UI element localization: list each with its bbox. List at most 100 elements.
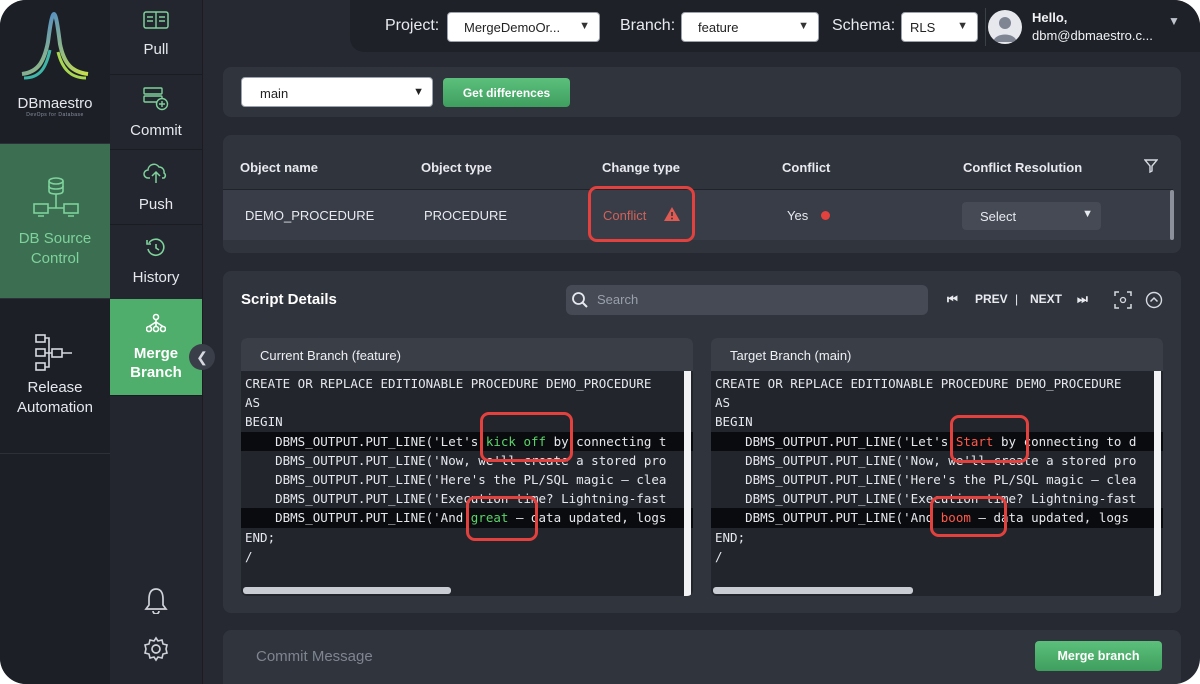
- schema-label: Schema:: [832, 17, 896, 34]
- header-change-type[interactable]: Change type: [602, 160, 680, 175]
- annotation-highlight: [930, 496, 1007, 537]
- cell-object-name: DEMO_PROCEDURE: [245, 208, 375, 223]
- commit-message-input[interactable]: Commit Message: [256, 648, 373, 665]
- code-hscrollbar[interactable]: [713, 587, 913, 594]
- target-branch-header: Target Branch (main): [711, 338, 1163, 371]
- compare-branch-value: main: [260, 86, 289, 101]
- filter-icon[interactable]: [1144, 159, 1158, 173]
- project-label: Project:: [385, 17, 440, 34]
- subnav-merge-branch-label: Merge Branch: [110, 344, 202, 382]
- pull-icon: [143, 11, 169, 29]
- nav-label-line: Control: [30, 250, 80, 267]
- cell-object-type: PROCEDURE: [424, 208, 508, 223]
- subnav-pull-label: Pull: [143, 41, 169, 58]
- chevron-down-icon: ▼: [957, 20, 968, 32]
- code-hscrollbar[interactable]: [243, 587, 451, 594]
- brand-logo[interactable]: DBmaestro DevOps for Database: [0, 0, 110, 140]
- cell-conflict: Yes: [787, 208, 809, 223]
- gear-icon[interactable]: [143, 636, 169, 662]
- cloud-upload-icon: [143, 163, 167, 183]
- subnav-history[interactable]: History: [110, 225, 202, 300]
- code-line: /: [245, 548, 253, 564]
- subnav-push-label: Push: [138, 196, 174, 213]
- bell-icon[interactable]: [143, 586, 169, 614]
- code-line: DBMS_OUTPUT.PUT_LINE('Let's Start by con…: [711, 431, 1163, 451]
- collapse-sidebar-button[interactable]: ❮: [189, 344, 215, 370]
- nav-db-source-control-label: DB Source Control: [0, 229, 110, 269]
- user-icon: [993, 17, 1017, 42]
- header-conflict[interactable]: Conflict: [782, 160, 830, 175]
- subnav-history-label: History: [132, 269, 180, 286]
- code-line: BEGIN: [715, 414, 753, 430]
- schema-select-value: RLS: [910, 20, 936, 35]
- conflict-resolution-select[interactable]: Select ▼: [962, 202, 1101, 230]
- current-branch-panel: Current Branch (feature) CREATE OR REPLA…: [241, 338, 693, 596]
- compare-branch-select[interactable]: main ▼: [241, 77, 433, 107]
- nav-separator: |: [1015, 292, 1019, 306]
- fullscreen-icon[interactable]: [1114, 291, 1132, 309]
- branch-label: Branch:: [620, 17, 676, 34]
- divider: [985, 8, 986, 46]
- subnav-pull[interactable]: Pull: [110, 0, 202, 75]
- subnav-push[interactable]: Push: [110, 150, 202, 225]
- code-line: /: [715, 548, 723, 564]
- user-email[interactable]: dbm@dbmaestro.c...: [1032, 28, 1153, 43]
- branch-select-value: feature: [698, 20, 739, 35]
- header-conflict-resolution[interactable]: Conflict Resolution: [963, 160, 1082, 175]
- branch-select[interactable]: feature ▼: [681, 12, 819, 42]
- nav-release-automation-label: Release Automation: [0, 378, 110, 418]
- code-text: DBMS_OUTPUT.PUT_LINE('And: [245, 510, 471, 526]
- collapse-up-icon[interactable]: [1145, 291, 1163, 309]
- chevron-down-icon: ▼: [413, 86, 424, 98]
- conflict-resolution-value: Select: [980, 209, 1017, 224]
- header-object-name[interactable]: Object name: [240, 160, 318, 175]
- main-sidebar: DBmaestro DevOps for Database DB Source …: [0, 0, 110, 684]
- project-select-value: MergeDemoOr...: [464, 20, 561, 35]
- next-button[interactable]: NEXT: [1030, 292, 1062, 306]
- code-line: DBMS_OUTPUT.PUT_LINE('Let's kick off by …: [241, 431, 693, 451]
- search-placeholder: Search: [597, 292, 639, 307]
- brand-tagline: DevOps for Database: [26, 112, 84, 118]
- code-line: AS: [715, 395, 731, 411]
- commit-icon: [143, 87, 169, 111]
- table-scrollbar[interactable]: [1170, 190, 1174, 240]
- get-differences-button[interactable]: Get differences: [443, 78, 570, 107]
- first-diff-icon[interactable]: ⏮: [947, 292, 958, 307]
- project-select[interactable]: MergeDemoOr... ▼: [447, 12, 600, 42]
- subnav-merge-branch[interactable]: Merge Branch: [110, 299, 202, 396]
- chevron-down-icon: ▼: [579, 20, 590, 32]
- target-branch-code[interactable]: CREATE OR REPLACE EDITIONABLE PROCEDURE …: [711, 374, 1163, 566]
- dbmaestro-logo-icon: [21, 12, 89, 80]
- nav-label-line: Automation: [17, 399, 93, 416]
- sub-sidebar: Pull Commit Push History Merge Branch: [110, 0, 203, 684]
- code-line: CREATE OR REPLACE EDITIONABLE PROCEDURE …: [715, 376, 1122, 391]
- subnav-commit[interactable]: Commit: [110, 75, 202, 150]
- nav-db-source-control[interactable]: DB Source Control: [0, 143, 110, 298]
- nav-release-automation[interactable]: Release Automation: [0, 298, 110, 454]
- last-diff-icon[interactable]: ⏭: [1077, 292, 1088, 307]
- annotation-highlight: [588, 186, 695, 242]
- code-scrollbar[interactable]: [684, 371, 691, 596]
- annotation-highlight: [480, 412, 573, 462]
- chevron-down-icon[interactable]: ▼: [1168, 14, 1180, 28]
- prev-button[interactable]: PREV: [975, 292, 1008, 306]
- history-icon: [146, 238, 165, 256]
- avatar[interactable]: [988, 10, 1022, 44]
- merge-branch-button[interactable]: Merge branch: [1035, 641, 1162, 671]
- brand-name: DBmaestro: [17, 95, 93, 112]
- code-line: DBMS_OUTPUT.PUT_LINE('Here's the PL/SQL …: [245, 471, 667, 487]
- database-icon: [33, 177, 79, 217]
- script-details-title: Script Details: [241, 291, 337, 308]
- search-icon: [572, 292, 588, 308]
- subnav-commit-label: Commit: [130, 122, 182, 139]
- code-line: BEGIN: [245, 414, 283, 430]
- schema-select[interactable]: RLS ▼: [901, 12, 978, 42]
- header-object-type[interactable]: Object type: [421, 160, 492, 175]
- code-scrollbar[interactable]: [1154, 371, 1161, 596]
- merge-icon: [146, 313, 166, 333]
- code-line: DBMS_OUTPUT.PUT_LINE('Now, we'll create …: [715, 452, 1137, 468]
- subnav-label-line: Merge: [133, 345, 179, 362]
- conflict-status-dot: [821, 211, 830, 220]
- nav-label-line: Release: [27, 379, 83, 396]
- code-text: DBMS_OUTPUT.PUT_LINE('Let's: [715, 433, 956, 449]
